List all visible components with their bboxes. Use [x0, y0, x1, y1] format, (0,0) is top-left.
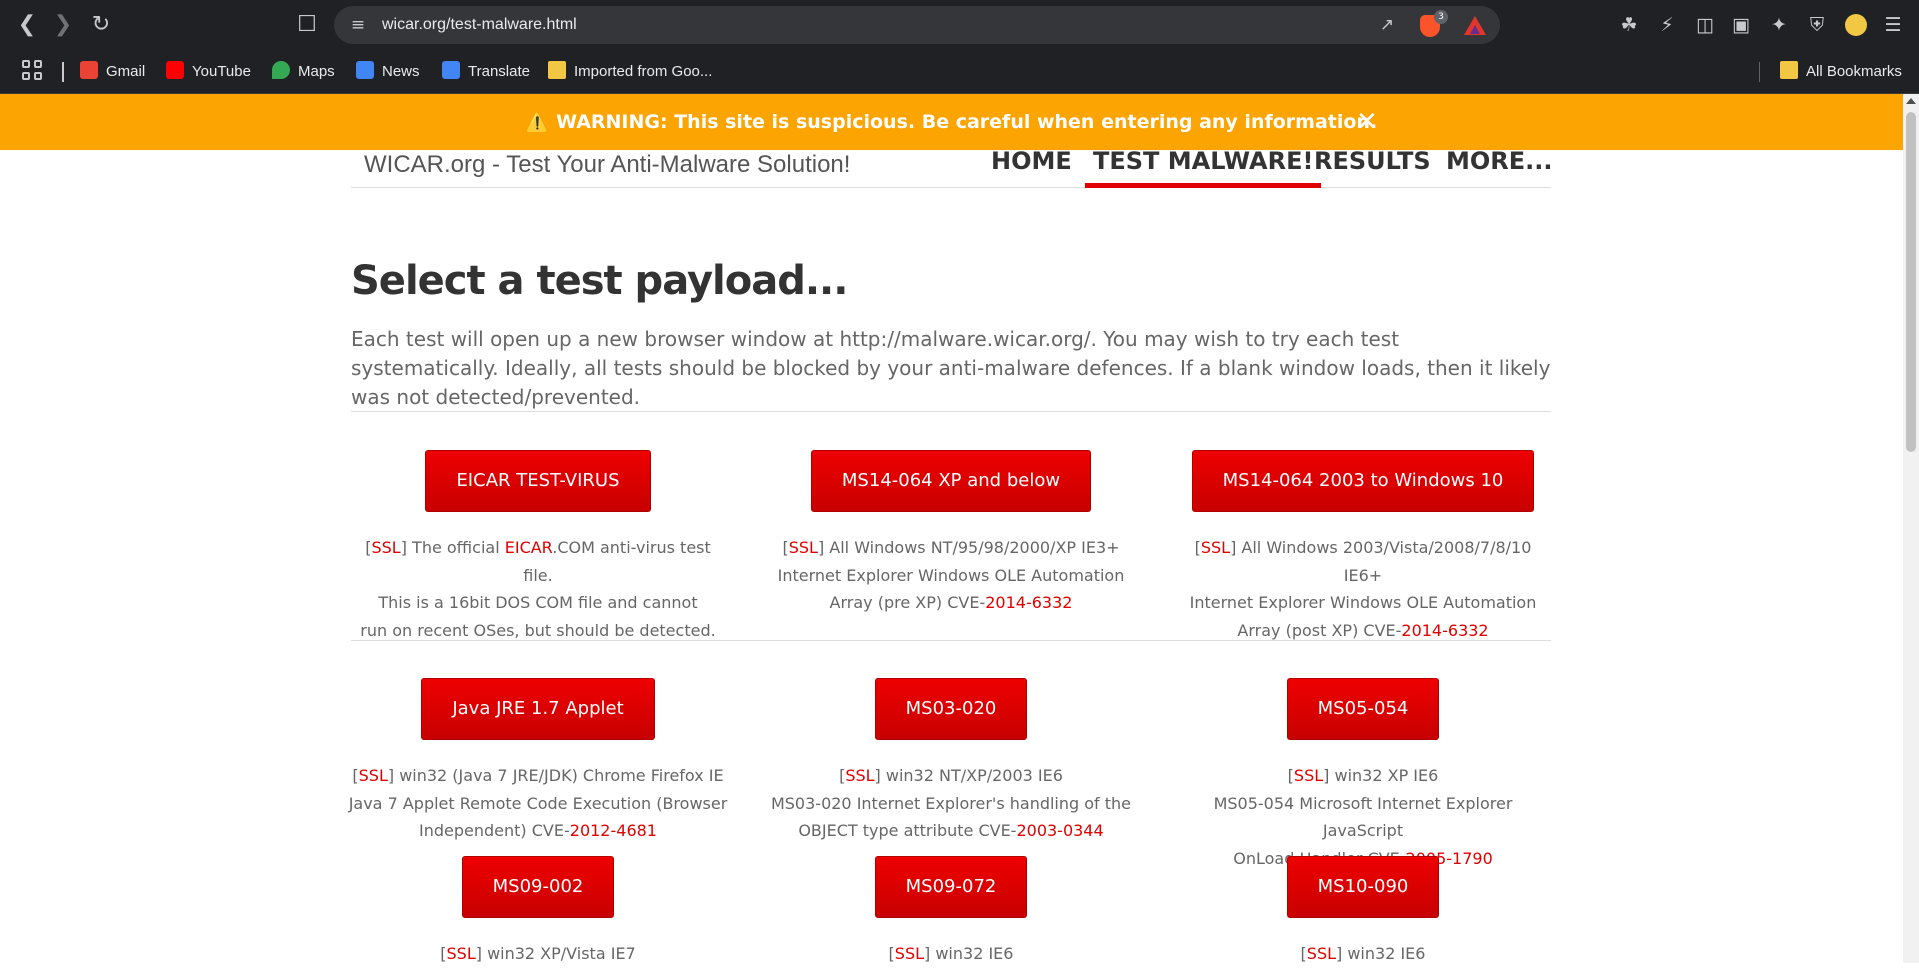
ms03-020-button[interactable]: MS03-020: [874, 678, 1028, 740]
ssl-link[interactable]: SSL: [447, 944, 476, 963]
test-description: [SSL] All Windows NT/95/98/2000/XP IE3+ …: [777, 538, 1125, 612]
bookmark-maps[interactable]: Maps: [272, 50, 335, 94]
url-text[interactable]: wicar.org/test-malware.html: [382, 6, 577, 44]
test-card-ms09-002: MS09-002 [SSL] win32 XP/Vista IE7: [348, 856, 728, 968]
ms14-064-xp-button[interactable]: MS14-064 XP and below: [810, 450, 1092, 512]
bookmark-news[interactable]: News: [356, 50, 420, 94]
bookmark-gmail[interactable]: Gmail: [80, 50, 145, 94]
ms14-064-win10-button[interactable]: MS14-064 2003 to Windows 10: [1191, 450, 1535, 512]
bookmark-page-icon[interactable]: ☐: [292, 10, 322, 40]
nav-more[interactable]: MORE...: [1446, 149, 1553, 188]
java-applet-button[interactable]: Java JRE 1.7 Applet: [421, 678, 655, 740]
site-info-icon[interactable]: ≡: [346, 6, 370, 44]
test-card-ms14-064-win10: MS14-064 2003 to Windows 10 [SSL] All Wi…: [1173, 450, 1553, 644]
ssl-link[interactable]: SSL: [359, 766, 388, 785]
ssl-link[interactable]: SSL: [1294, 766, 1323, 785]
eicar-link[interactable]: EICAR: [505, 538, 553, 557]
test-description: [SSL] win32 IE6: [1300, 944, 1426, 963]
test-description: [SSL] win32 XP/Vista IE7: [440, 944, 636, 963]
ssl-link[interactable]: SSL: [1201, 538, 1230, 557]
scroll-up-icon[interactable]: [1906, 98, 1916, 104]
test-description: [SSL] The official EICAR.COM anti-virus …: [360, 538, 716, 640]
maps-icon: [272, 61, 290, 80]
ms10-090-button[interactable]: MS10-090: [1286, 856, 1440, 918]
cve-link[interactable]: 2003-0344: [1016, 821, 1103, 840]
bookmark-translate[interactable]: Translate: [442, 50, 530, 94]
folder-icon: [548, 61, 566, 80]
wallet-icon[interactable]: ▣: [1726, 10, 1756, 40]
apps-grid-icon[interactable]: [22, 60, 44, 82]
sidebar-icon[interactable]: ◫: [1690, 10, 1720, 40]
ssl-link[interactable]: SSL: [371, 538, 400, 557]
back-icon[interactable]: ❮: [12, 10, 42, 40]
test-card-ms10-090: MS10-090 [SSL] win32 IE6: [1173, 856, 1553, 968]
nav-results[interactable]: RESULTS: [1314, 149, 1431, 188]
test-card-ms09-072: MS09-072 [SSL] win32 IE6: [761, 856, 1141, 968]
bookmarks-separator: [62, 62, 64, 82]
ms05-054-button[interactable]: MS05-054: [1286, 678, 1440, 740]
scrollbar-thumb[interactable]: [1906, 112, 1916, 452]
bookmarks-bar: Gmail YouTube Maps News Translate Import…: [0, 50, 1919, 94]
eicar-test-button[interactable]: EICAR TEST-VIRUS: [425, 450, 651, 512]
test-card-ms03-020: MS03-020 [SSL] win32 NT/XP/2003 IE6 MS03…: [761, 678, 1141, 845]
nav-home[interactable]: HOME: [991, 149, 1072, 188]
extensions-icon[interactable]: ☘: [1614, 10, 1644, 40]
reload-icon[interactable]: ↻: [86, 10, 116, 40]
site-header: WICAR.org - Test Your Anti-Malware Solut…: [351, 149, 1553, 188]
cve-link[interactable]: 2014-6332: [985, 593, 1072, 612]
forward-icon[interactable]: ❯: [48, 10, 78, 40]
test-card-eicar: EICAR TEST-VIRUS [SSL] The official EICA…: [348, 450, 728, 644]
share-icon[interactable]: ↗: [1372, 6, 1402, 44]
address-bar[interactable]: ≡ wicar.org/test-malware.html ↗: [334, 6, 1500, 44]
ms09-072-button[interactable]: MS09-072: [874, 856, 1028, 918]
news-icon: [356, 61, 374, 80]
ssl-link[interactable]: SSL: [1307, 944, 1336, 963]
warning-text: ⚠️ WARNING: This site is suspicious. Be …: [525, 111, 1378, 133]
test-card-java-applet: Java JRE 1.7 Applet [SSL] win32 (Java 7 …: [348, 678, 728, 845]
cve-link[interactable]: 2014-6332: [1401, 621, 1488, 640]
warning-close-icon[interactable]: ✕: [1356, 94, 1378, 150]
profile-avatar[interactable]: [1845, 14, 1867, 36]
site-title[interactable]: WICAR.org - Test Your Anti-Malware Solut…: [364, 150, 850, 188]
all-bookmarks-folder[interactable]: All Bookmarks: [1780, 50, 1902, 94]
ssl-link[interactable]: SSL: [845, 766, 874, 785]
gmail-icon: [80, 61, 98, 80]
intro-paragraph: Each test will open up a new browser win…: [351, 327, 1551, 409]
brave-rewards-icon-inner: [1470, 25, 1480, 34]
bookmark-imported-folder[interactable]: Imported from Goo...: [548, 50, 712, 94]
shields-count-badge: 3: [1434, 10, 1448, 24]
suspicious-site-warning: ⚠️ WARNING: This site is suspicious. Be …: [0, 94, 1903, 150]
divider: [351, 411, 1551, 412]
test-card-ms05-054: MS05-054 [SSL] win32 XP IE6 MS05-054 Mic…: [1173, 678, 1553, 872]
bookmarks-separator-right: [1759, 62, 1760, 82]
test-description: [SSL] All Windows 2003/Vista/2008/7/8/10…: [1189, 538, 1537, 640]
menu-icon[interactable]: ☰: [1878, 10, 1908, 40]
translate-icon: [442, 61, 460, 80]
folder-icon: [1780, 61, 1798, 80]
bookmark-youtube[interactable]: YouTube: [166, 50, 251, 94]
test-description: [SSL] win32 IE6: [888, 944, 1014, 963]
youtube-icon: [166, 61, 184, 80]
ssl-link[interactable]: SSL: [895, 944, 924, 963]
cve-link[interactable]: 2012-4681: [570, 821, 657, 840]
ai-sparkle-icon[interactable]: ✦: [1764, 10, 1794, 40]
page-title: Select a test payload...: [351, 258, 848, 304]
ssl-link[interactable]: SSL: [789, 538, 818, 557]
browser-toolbar: ❮ ❯ ↻ ☐ ≡ wicar.org/test-malware.html ↗ …: [0, 0, 1919, 50]
vpn-shield-icon[interactable]: ⛨: [1802, 10, 1832, 40]
test-description: [SSL] win32 NT/XP/2003 IE6 MS03-020 Inte…: [770, 766, 1132, 840]
divider: [351, 640, 1551, 641]
nav-test-malware[interactable]: TEST MALWARE!: [1085, 149, 1322, 188]
ms09-002-button[interactable]: MS09-002: [461, 856, 615, 918]
leo-icon[interactable]: ⚡: [1652, 10, 1682, 40]
test-description: [SSL] win32 (Java 7 JRE/JDK) Chrome Fire…: [348, 766, 728, 840]
test-card-ms14-064-xp: MS14-064 XP and below [SSL] All Windows …: [761, 450, 1141, 617]
